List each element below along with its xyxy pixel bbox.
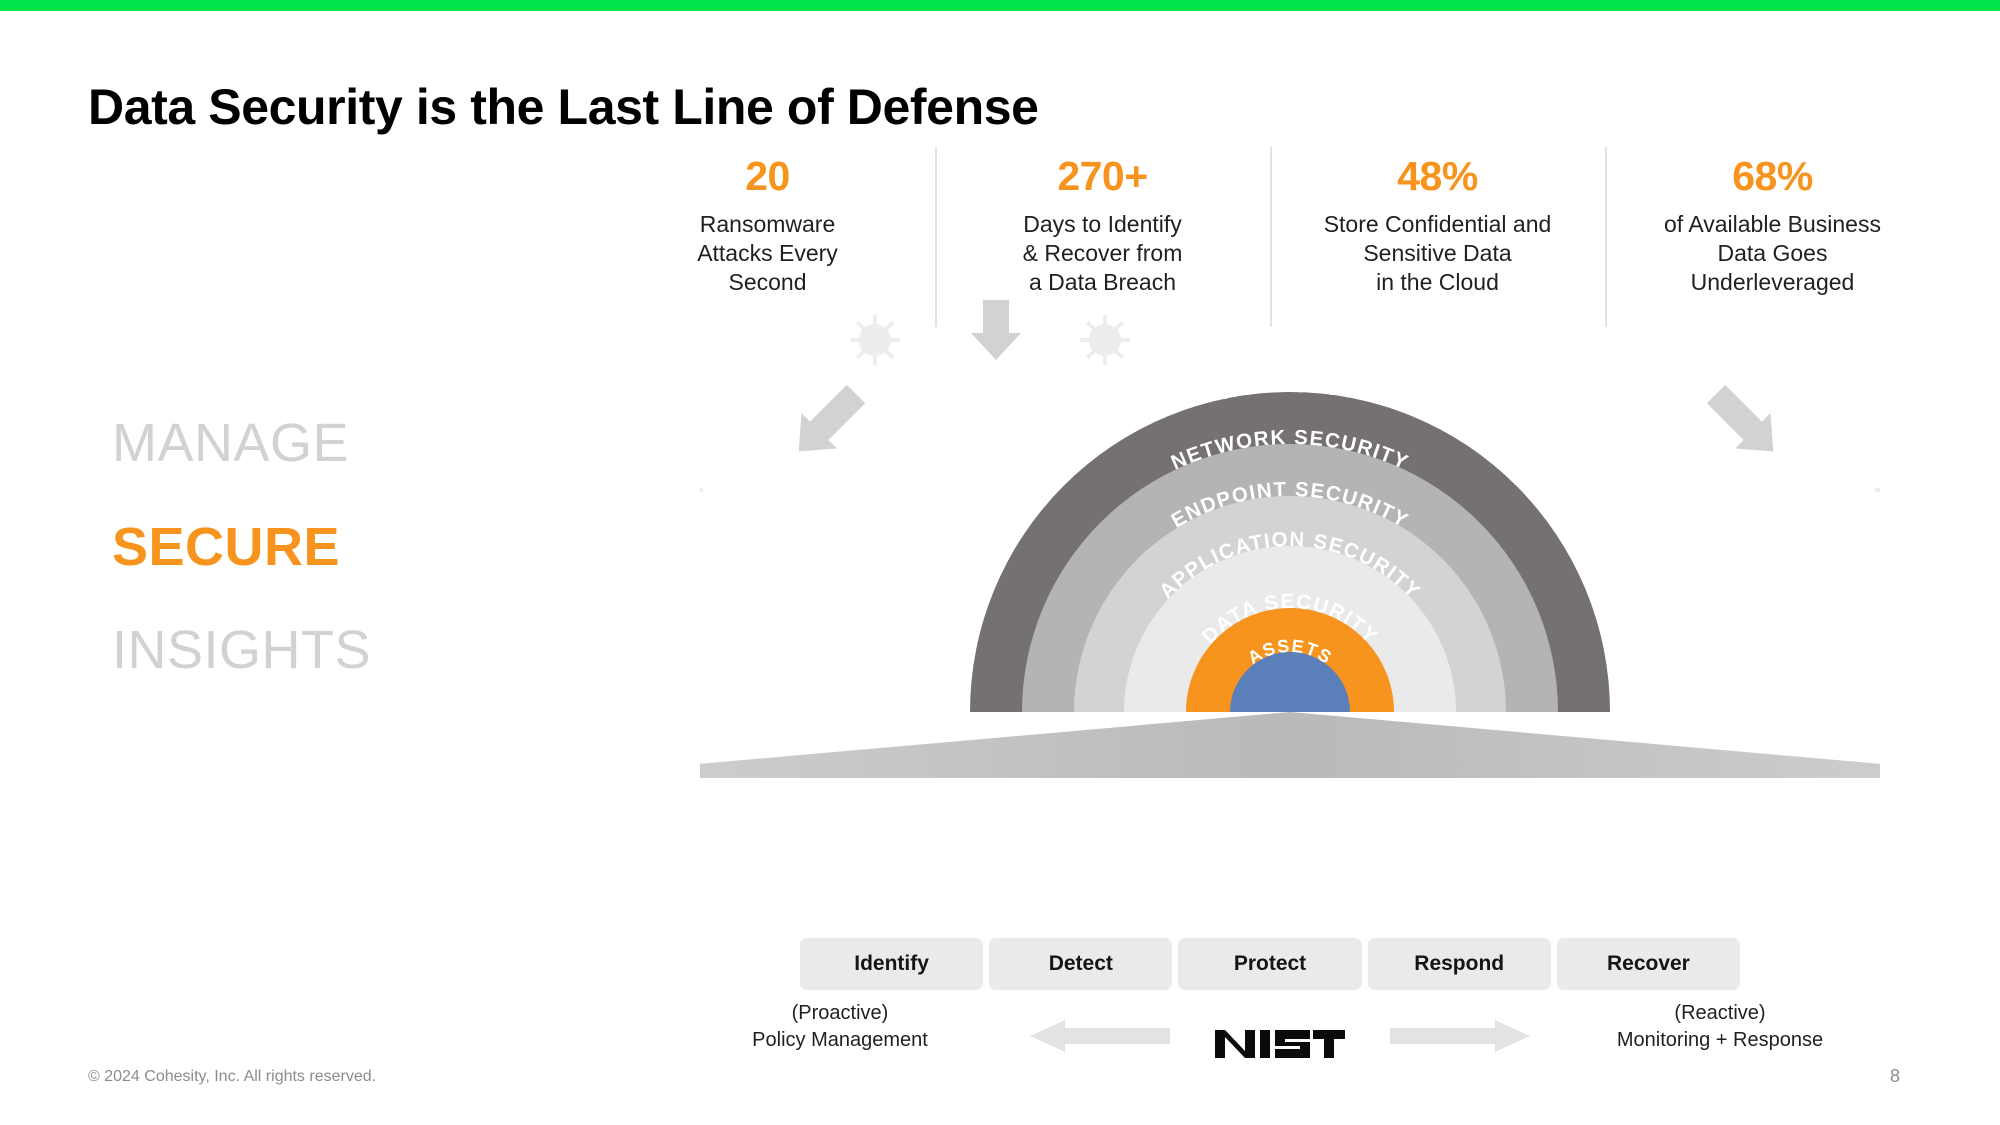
- copyright-notice: © 2024 Cohesity, Inc. All rights reserve…: [88, 1068, 377, 1085]
- stat-item: 68% of Available Business Data Goes Underl…: [1605, 147, 1940, 327]
- nist-logo-mark: [1215, 1030, 1345, 1058]
- nist-box-recover[interactable]: Recover: [1556, 938, 1741, 990]
- page-title: Data Security is the Last Line of Defens…: [88, 79, 1039, 135]
- virus-icon: [1875, 488, 1880, 492]
- virus-icon: [850, 315, 900, 365]
- nist-function-boxes: Identify Detect Protect Respond Recover: [800, 938, 1741, 990]
- stat-label: of Available Business Data Goes Underlever…: [1664, 211, 1881, 296]
- stat-value: 48%: [1397, 153, 1478, 199]
- virus-icon: [1080, 315, 1130, 365]
- pillar-insights[interactable]: INSIGHTS: [112, 599, 532, 703]
- pillar-secure[interactable]: SECURE: [112, 496, 532, 600]
- threat-arrow-left: [798, 384, 866, 452]
- stat-label: Ransomware Attacks Every Second: [697, 211, 838, 296]
- stat-item: 20 Ransomware Attacks Every Second: [600, 153, 935, 298]
- pillar-manage[interactable]: MANAGE: [112, 392, 532, 496]
- nist-caption-proactive: (Proactive) Policy Management: [752, 1002, 928, 1051]
- nist-caption-reactive: (Reactive) Monitoring + Response: [1616, 1002, 1824, 1051]
- virus-icon: [700, 488, 703, 492]
- dome-base-plate: [700, 712, 1880, 778]
- dome-rings: [970, 392, 1610, 712]
- stat-label: Days to Identify & Recover from a Data Bre…: [1022, 211, 1183, 296]
- stat-value: 68%: [1732, 153, 1813, 199]
- stat-item: 48% Store Confidential and Sensitive Data…: [1270, 147, 1605, 327]
- threat-arrow-right: [1706, 384, 1774, 452]
- nist-box-protect[interactable]: Protect: [1178, 938, 1362, 990]
- nist-box-respond[interactable]: Respond: [1367, 938, 1551, 990]
- stat-label: Store Confidential and Sensitive Data in t…: [1323, 211, 1552, 296]
- stat-value: 20: [745, 153, 790, 199]
- nist-box-detect[interactable]: Detect: [989, 938, 1173, 990]
- pillar-list: MANAGE SECURE INSIGHTS: [112, 392, 532, 703]
- stat-item: 270+ Days to Identify & Recover from a Dat…: [935, 147, 1270, 327]
- nist-box-identify[interactable]: Identify: [800, 938, 984, 990]
- nist-logo: [1130, 1010, 1430, 1070]
- top-accent-bar: [0, 0, 2000, 11]
- threat-arrow-top: [971, 300, 1021, 360]
- page-number: 8: [1890, 1066, 1901, 1086]
- nist-footer: (Proactive) Policy Management (Reactive) M…: [700, 1000, 1860, 1070]
- defense-in-depth-dome: PHYSICAL SECURITY NETWORK SECURITY ENDPO…: [700, 300, 1880, 920]
- stat-value: 270+: [1057, 153, 1148, 199]
